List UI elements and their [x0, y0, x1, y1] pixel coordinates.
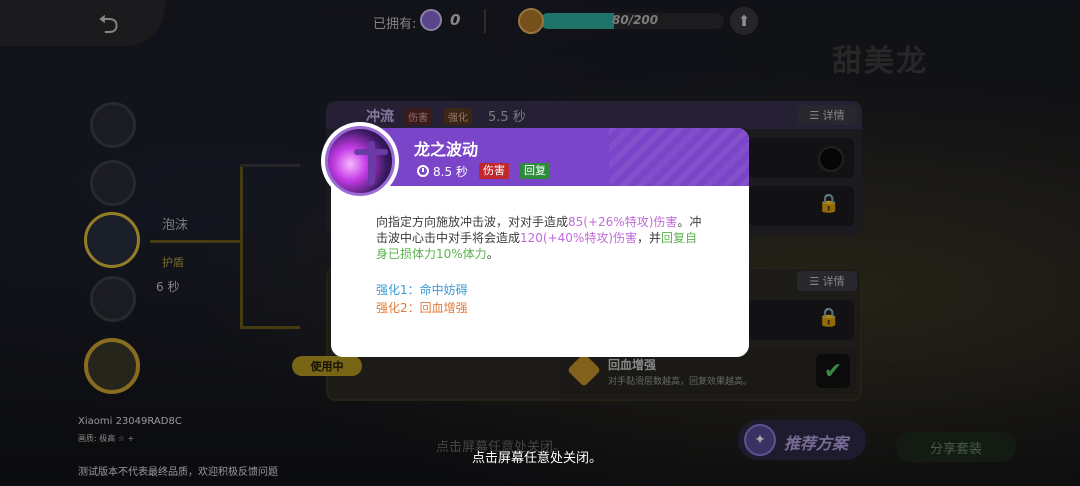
skill-icon-frame — [321, 122, 399, 200]
skill-title: 龙之波动 — [414, 140, 479, 159]
tag-damage: 伤害 — [479, 163, 509, 179]
icon-detail — [368, 141, 375, 185]
dragon-wave-icon — [325, 126, 395, 196]
desc-text: ，并 — [637, 231, 662, 245]
skill-cooldown: 8.5 秒 — [433, 165, 468, 179]
enhance-2: 强化2：回血增强 — [376, 301, 468, 315]
desc-damage-value: 85(+26%特攻)伤害 — [568, 215, 678, 229]
close-hint: 点击屏幕任意处关闭。 — [472, 451, 603, 466]
desc-text: 向指定方向施放冲击波，对对手造成 — [376, 215, 569, 229]
desc-damage-value: 120(+40%特攻)伤害 — [520, 231, 638, 245]
tag-heal: 回复 — [520, 163, 550, 179]
icon-detail — [354, 149, 388, 155]
clock-icon — [417, 165, 429, 177]
enhance-1: 强化1：命中妨碍 — [376, 283, 468, 297]
desc-text: 。 — [486, 247, 499, 261]
skill-description: 向指定方向施放冲击波，对对手造成85(+26%特攻)伤害。冲击波中心击中对手将会… — [376, 214, 706, 262]
